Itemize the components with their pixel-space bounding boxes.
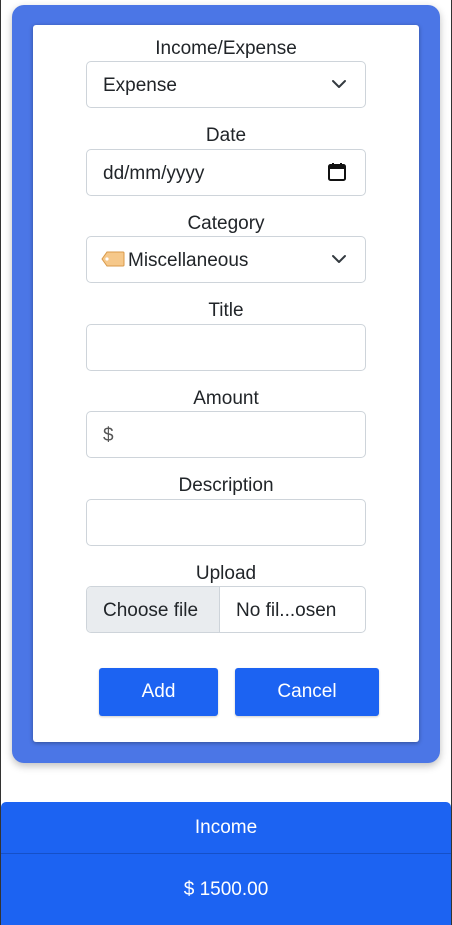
category-select-value: Miscellaneous <box>128 250 249 271</box>
date-input[interactable]: dd/mm/yyyy <box>86 149 366 196</box>
chevron-down-icon <box>332 80 346 88</box>
upload-label: Upload <box>195 563 257 584</box>
choose-file-label: Choose file <box>103 600 199 621</box>
file-input[interactable]: Choose file No fil...osen <box>86 586 366 633</box>
add-button[interactable]: Add <box>99 668 218 716</box>
choose-file-button[interactable]: Choose file <box>87 587 220 632</box>
chevron-down-icon <box>332 255 346 263</box>
date-placeholder: dd/mm/yyyy <box>103 163 205 184</box>
title-input[interactable] <box>86 324 366 371</box>
description-input[interactable] <box>86 499 366 546</box>
form-card-frame: Income/Expense Expense Date dd/mm/yyyy C… <box>12 5 440 763</box>
title-label: Title <box>208 300 244 321</box>
transaction-form: Income/Expense Expense Date dd/mm/yyyy C… <box>33 25 419 742</box>
description-label: Description <box>178 475 274 496</box>
income-summary-header: Income <box>1 802 451 854</box>
currency-prefix: $ <box>103 425 114 446</box>
type-label: Income/Expense <box>155 38 297 59</box>
file-name-status: No fil...osen <box>236 600 337 621</box>
category-label: Category <box>187 213 265 234</box>
category-select[interactable]: Miscellaneous <box>86 236 366 283</box>
cancel-button[interactable]: Cancel <box>235 668 379 716</box>
type-select[interactable]: Expense <box>86 61 366 108</box>
tag-icon <box>101 251 125 267</box>
amount-label: Amount <box>193 388 259 409</box>
income-summary-value: $ 1500.00 <box>1 854 451 925</box>
type-select-value: Expense <box>103 75 177 96</box>
date-label: Date <box>205 125 247 146</box>
calendar-icon[interactable] <box>327 162 347 182</box>
amount-input[interactable]: $ <box>86 411 366 458</box>
